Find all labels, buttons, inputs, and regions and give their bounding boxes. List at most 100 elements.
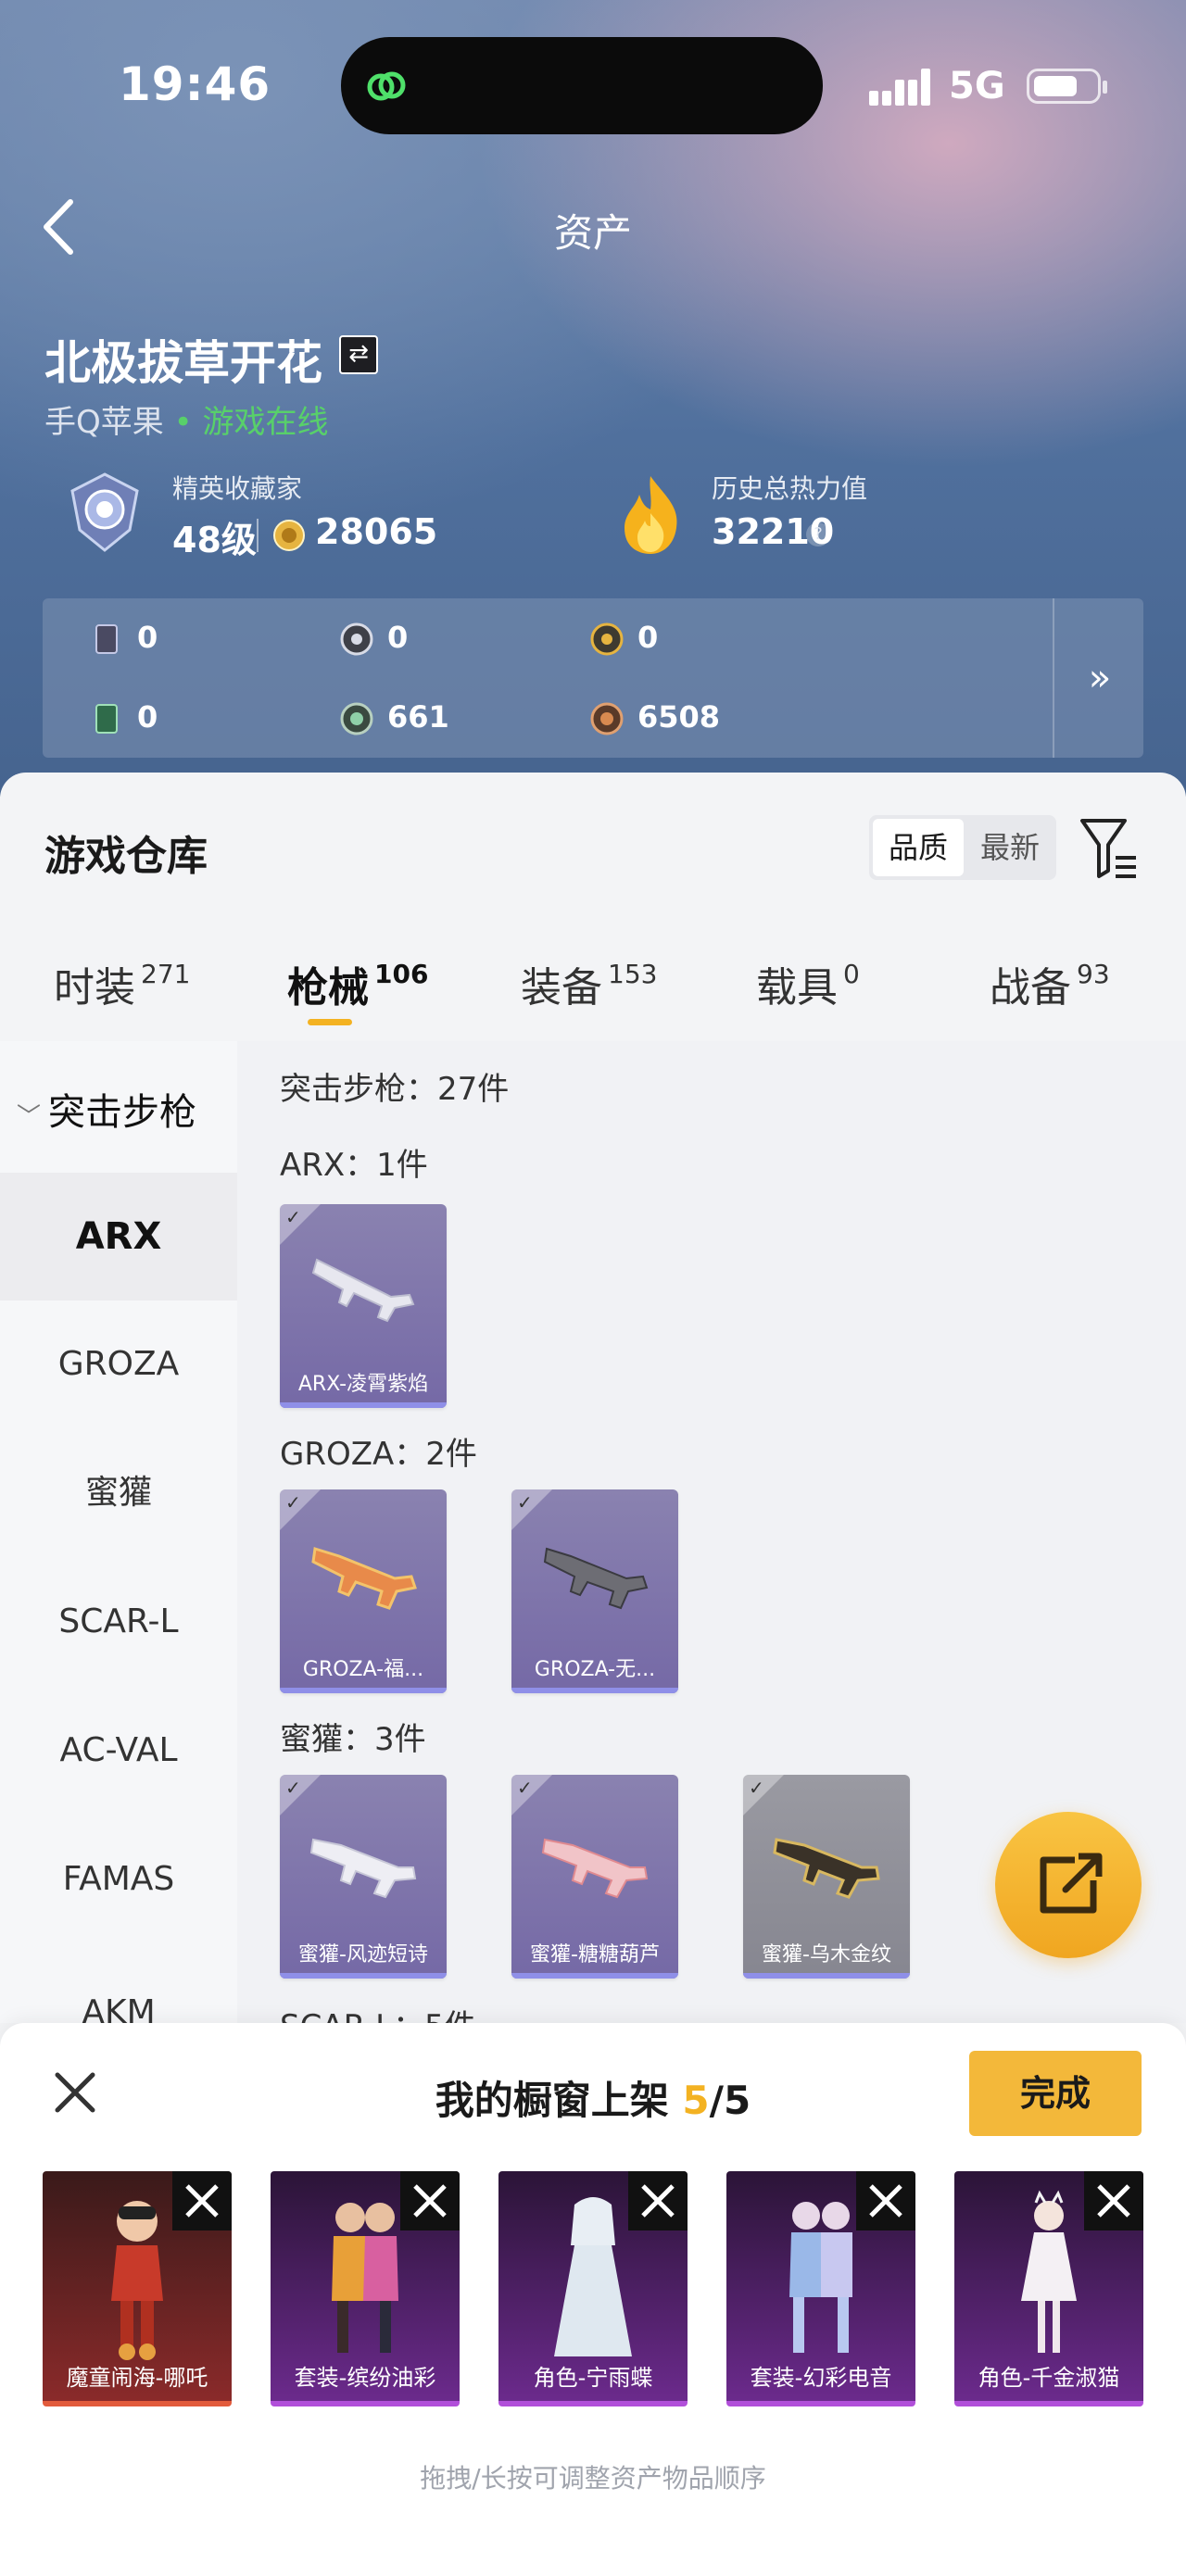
sort-quality-button[interactable]: 品质 bbox=[873, 819, 964, 876]
card-icon bbox=[95, 624, 118, 654]
ticket-icon bbox=[95, 704, 118, 734]
slot-label: 套装-缤纷油彩 bbox=[294, 2365, 436, 2391]
sidebar-item-honey-badger[interactable]: 蜜獾 bbox=[0, 1429, 237, 1557]
category-summary: 突击步枪：27件 bbox=[280, 1071, 510, 1108]
tab-label: 战备 bbox=[990, 964, 1071, 1012]
character-figure bbox=[554, 2197, 632, 2356]
remove-button[interactable] bbox=[628, 2171, 688, 2230]
remove-button[interactable] bbox=[400, 2171, 460, 2230]
currency-copper: 6508 bbox=[589, 697, 720, 737]
showcase-slot[interactable]: 角色-千金淑猫 bbox=[954, 2171, 1143, 2406]
item-card[interactable]: ✓ GROZA-福... bbox=[280, 1489, 447, 1693]
tab-supplies[interactable]: 战备 93 bbox=[990, 954, 1110, 1013]
close-icon bbox=[869, 2184, 902, 2218]
slot-label: 魔童闹海-哪吒 bbox=[66, 2365, 208, 2391]
tab-fashion[interactable]: 时装 271 bbox=[54, 954, 190, 1013]
online-status: • 游戏在线 bbox=[173, 404, 329, 441]
item-name: 蜜獾-糖糖葫芦 bbox=[530, 1943, 660, 1967]
currency-more-button[interactable]: » bbox=[1053, 598, 1145, 758]
currency-token: 0 bbox=[339, 617, 408, 658]
gem-icon bbox=[340, 702, 373, 735]
rarity-bar bbox=[743, 1973, 910, 1979]
tab-count: 0 bbox=[843, 959, 860, 990]
showcase-slot[interactable]: 套装-缤纷油彩 bbox=[271, 2171, 460, 2406]
rarity-bar bbox=[511, 1688, 678, 1693]
sidebar-item-akm[interactable]: AKM bbox=[0, 1944, 237, 2023]
check-icon: ✓ bbox=[517, 1777, 533, 1799]
item-card[interactable]: ✓ 蜜獾-风迹短诗 bbox=[280, 1775, 447, 1979]
sidebar-item-ac-val[interactable]: AC-VAL bbox=[0, 1687, 237, 1815]
done-button[interactable]: 完成 bbox=[969, 2051, 1142, 2136]
currency-gold-token: 0 bbox=[589, 617, 658, 658]
showcase-slot[interactable]: 魔童闹海-哪吒 bbox=[43, 2171, 232, 2406]
sidebar-item-arx[interactable]: ARX bbox=[0, 1173, 237, 1301]
currency-card: 0 bbox=[89, 617, 158, 658]
page-title: 资产 bbox=[553, 210, 632, 256]
coin-icon bbox=[273, 520, 305, 551]
slot-label: 套装-幻彩电音 bbox=[750, 2365, 892, 2391]
sort-latest-button[interactable]: 最新 bbox=[965, 815, 1054, 880]
showcase-slot[interactable]: 套装-幻彩电音 bbox=[726, 2171, 915, 2406]
remove-button[interactable] bbox=[172, 2171, 232, 2230]
filter-icon[interactable] bbox=[1079, 815, 1140, 882]
rank-label: 精英收藏家 bbox=[172, 473, 303, 504]
warehouse-title: 游戏仓库 bbox=[44, 833, 208, 880]
item-card[interactable]: ✓ 蜜獾-乌木金纹 bbox=[743, 1775, 910, 1979]
item-name: ARX-凌霄紫焰 bbox=[297, 1373, 429, 1396]
sidebar-item-scar-l[interactable]: SCAR-L bbox=[0, 1558, 237, 1686]
group-title: GROZA：2件 bbox=[280, 1436, 477, 1473]
currency-value: 0 bbox=[137, 620, 158, 655]
tab-count: 271 bbox=[141, 959, 191, 990]
group-title: SCAR-L：5件 bbox=[280, 2001, 476, 2023]
currency-value: 0 bbox=[137, 699, 158, 735]
sidebar-item-famas[interactable]: FAMAS bbox=[0, 1816, 237, 1943]
copper-icon bbox=[590, 702, 624, 735]
tab-vehicles[interactable]: 载具 0 bbox=[756, 954, 860, 1013]
check-icon: ✓ bbox=[749, 1777, 764, 1799]
network-type: 5G bbox=[949, 65, 1005, 107]
remove-button[interactable] bbox=[1084, 2171, 1143, 2230]
coin-value: 28065 bbox=[315, 511, 438, 552]
currency-value: 6508 bbox=[637, 699, 721, 735]
currency-value: 0 bbox=[387, 620, 409, 655]
close-icon bbox=[641, 2184, 675, 2218]
character-figure bbox=[332, 2203, 398, 2353]
check-icon: ✓ bbox=[285, 1777, 301, 1799]
tab-weapons[interactable]: 枪械 106 bbox=[287, 954, 428, 1013]
dynamic-island bbox=[341, 37, 823, 134]
tab-count: 93 bbox=[1077, 959, 1110, 990]
rifle-icon bbox=[543, 1547, 649, 1610]
remove-button[interactable] bbox=[856, 2171, 915, 2230]
platform-info: 手Q苹果 • 游戏在线 bbox=[44, 396, 328, 442]
showcase-title-text: 我的橱窗上架 bbox=[435, 2078, 669, 2123]
sidebar-item-groza[interactable]: GROZA bbox=[0, 1301, 237, 1428]
help-icon[interactable]: ? bbox=[806, 522, 830, 547]
tab-equipment[interactable]: 装备 153 bbox=[521, 954, 657, 1013]
item-card[interactable]: ✓ 蜜獾-糖糖葫芦 bbox=[511, 1775, 678, 1979]
divider bbox=[257, 519, 259, 552]
heat-label: 历史总热力值 bbox=[712, 473, 868, 504]
tab-count: 106 bbox=[374, 959, 429, 990]
rifle-icon bbox=[311, 1547, 417, 1610]
showcase-slot[interactable]: 角色-宁雨蝶 bbox=[498, 2171, 688, 2406]
switch-account-icon[interactable]: ⇄ bbox=[339, 335, 378, 374]
check-icon: ✓ bbox=[517, 1491, 533, 1514]
group-title: 蜜獾：3件 bbox=[280, 1721, 426, 1758]
tab-label: 枪械 bbox=[287, 964, 369, 1012]
category-header[interactable]: ﹀ 突击步枪 bbox=[17, 1082, 196, 1136]
close-icon bbox=[185, 2184, 219, 2218]
item-card[interactable]: ✓ GROZA-无... bbox=[511, 1489, 678, 1693]
rifle-icon bbox=[773, 1838, 880, 1899]
flame-icon bbox=[625, 476, 677, 554]
share-button[interactable] bbox=[995, 1812, 1142, 1958]
showcase-total: /5 bbox=[709, 2078, 751, 2123]
item-name: GROZA-无... bbox=[534, 1658, 656, 1681]
slot-label: 角色-千金淑猫 bbox=[978, 2365, 1120, 2391]
rifle-icon bbox=[541, 1838, 649, 1899]
status-time: 19:46 bbox=[119, 57, 271, 111]
signal-icon bbox=[869, 69, 930, 106]
reorder-hint: 拖拽/长按可调整资产物品顺序 bbox=[420, 2463, 766, 2494]
item-card[interactable]: ✓ ARX-凌霄紫焰 bbox=[280, 1204, 447, 1408]
share-icon bbox=[1040, 1853, 1103, 1914]
chevron-down-icon: ﹀ bbox=[17, 1103, 42, 1131]
